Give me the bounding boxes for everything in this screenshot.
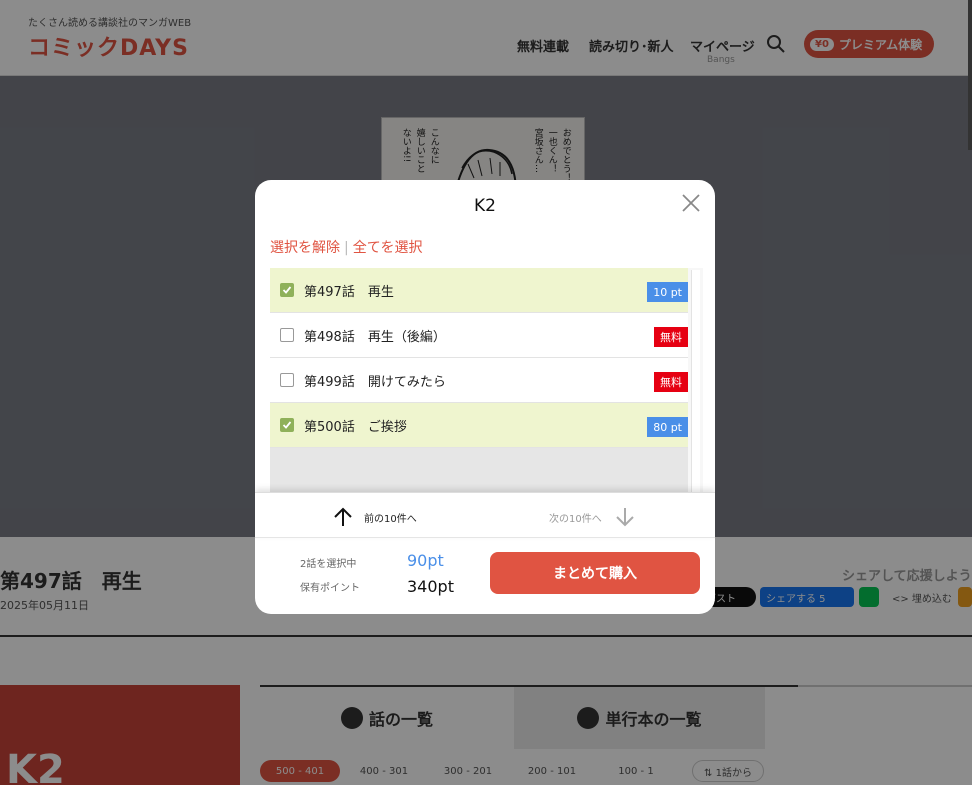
- episode-name: 第499話 開けてみたら: [304, 374, 446, 390]
- scrollbar-thumb[interactable]: [691, 270, 700, 492]
- link-separator: |: [344, 240, 349, 256]
- free-badge: 無料: [654, 372, 688, 392]
- episode-checkbox[interactable]: [280, 283, 294, 297]
- episode-checkbox[interactable]: [280, 328, 294, 342]
- episode-row[interactable]: 第499話 開けてみたら 無料: [270, 358, 688, 403]
- deselect-all-link[interactable]: 選択を解除: [270, 240, 340, 256]
- episode-name: 第497話 再生: [304, 284, 394, 300]
- price-badge: 80 pt: [647, 417, 688, 437]
- checkmark-icon: [282, 286, 292, 294]
- episode-list-scrollbar[interactable]: [688, 268, 703, 492]
- bulk-purchase-modal: K2 選択を解除 | 全てを選択 第497話 再生 10 pt 第498話 再生（後…: [255, 180, 715, 614]
- episode-list-items: 第497話 再生 10 pt 第498話 再生（後編） 無料 第499話 開けて…: [270, 268, 688, 448]
- episode-row[interactable]: 第500話 ご挨拶 80 pt: [270, 403, 688, 448]
- page-scrollbar[interactable]: [968, 0, 972, 150]
- episode-name: 第498話 再生（後編）: [304, 329, 446, 345]
- modal-title: K2: [474, 196, 496, 216]
- episode-checkbox[interactable]: [280, 373, 294, 387]
- selection-links: 選択を解除 | 全てを選択: [270, 237, 422, 257]
- free-badge: 無料: [654, 327, 688, 347]
- arrow-up-icon: [334, 507, 352, 526]
- episode-list[interactable]: 第497話 再生 10 pt 第498話 再生（後編） 無料 第499話 開けて…: [270, 268, 703, 492]
- prev-page-label: 前の10件へ: [364, 513, 417, 525]
- next-page-button[interactable]: 次の10件へ: [549, 506, 636, 528]
- episode-row[interactable]: 第498話 再生（後編） 無料: [270, 313, 688, 358]
- arrow-down-icon: [616, 508, 634, 527]
- price-badge: 10 pt: [647, 282, 688, 302]
- owned-points-value: 340pt: [407, 577, 454, 596]
- next-page-label: 次の10件へ: [549, 513, 602, 525]
- episode-checkbox[interactable]: [280, 418, 294, 432]
- select-all-link[interactable]: 全てを選択: [353, 240, 423, 256]
- episode-name: 第500話 ご挨拶: [304, 419, 407, 435]
- episode-row[interactable]: 第497話 再生 10 pt: [270, 268, 688, 313]
- selected-count-label: 2話を選択中: [300, 559, 357, 570]
- bulk-purchase-button[interactable]: まとめて購入: [490, 552, 700, 594]
- checkmark-icon: [282, 421, 292, 429]
- prev-page-button[interactable]: 前の10件へ: [332, 506, 417, 528]
- pagination: 前の10件へ 次の10件へ: [255, 492, 715, 538]
- selected-total-value: 90pt: [407, 551, 444, 570]
- owned-points-label: 保有ポイント: [300, 583, 360, 594]
- close-icon[interactable]: [681, 193, 701, 213]
